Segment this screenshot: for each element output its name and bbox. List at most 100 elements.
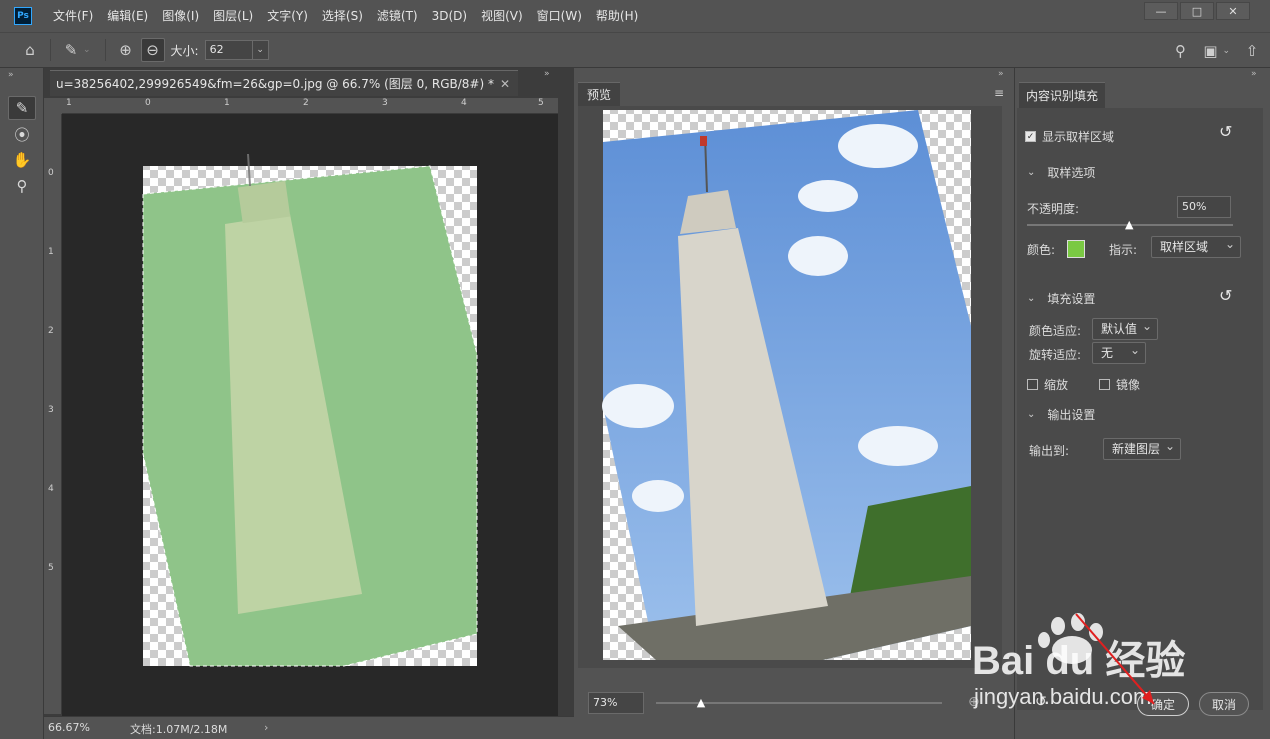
scale-row[interactable]: 缩放 bbox=[1027, 376, 1068, 393]
search-icon[interactable]: ⚲ bbox=[1168, 39, 1192, 63]
output-settings-label: 输出设置 bbox=[1047, 408, 1096, 422]
document-status-bar: 66.67% 文档:1.07M/2.18M › bbox=[44, 716, 574, 739]
close-tab-icon[interactable]: ✕ bbox=[500, 71, 510, 96]
sampling-brush-icon[interactable]: ✎ bbox=[59, 38, 83, 62]
menu-item[interactable]: 图层(L) bbox=[206, 0, 260, 32]
indicate-label: 指示: bbox=[1109, 242, 1138, 257]
ruler-tick: 0 bbox=[48, 168, 54, 178]
color-adapt-row: 颜色适应: bbox=[1029, 322, 1081, 339]
menu-item[interactable]: 3D(D) bbox=[425, 0, 474, 32]
ruler-tick: 1 bbox=[224, 98, 230, 108]
cloud bbox=[602, 384, 674, 428]
preview-canvas[interactable] bbox=[578, 106, 1002, 668]
rotation-adapt-label: 旋转适应: bbox=[1029, 348, 1082, 362]
color-adapt-dropdown[interactable]: 默认值 bbox=[1092, 316, 1158, 340]
indicate-dropdown[interactable]: 取样区域 bbox=[1151, 234, 1241, 258]
panel-menu-icon[interactable]: ≡ bbox=[994, 86, 1004, 100]
subtract-from-area-icon[interactable]: ⊖ bbox=[140, 38, 165, 62]
lasso-tool-icon[interactable]: ⦿ bbox=[8, 122, 36, 146]
brush-preset-chevron-icon[interactable]: ⌄ bbox=[83, 45, 91, 55]
ruler-tick: 1 bbox=[66, 98, 72, 108]
cloud bbox=[798, 180, 858, 212]
ruler-tick: 3 bbox=[382, 98, 388, 108]
status-expand-icon[interactable]: › bbox=[264, 721, 268, 734]
opacity-slider-thumb[interactable]: ▲ bbox=[1125, 218, 1133, 231]
close-icon[interactable]: ✕ bbox=[1216, 2, 1250, 20]
collapse-icon[interactable]: » bbox=[998, 69, 1004, 79]
document-tab-title: u=38256402,299926549&fm=26&gp=0.jpg @ 66… bbox=[56, 77, 494, 91]
preview-zoom-input[interactable]: 73% bbox=[588, 692, 644, 714]
menu-item[interactable]: 文字(Y) bbox=[260, 0, 315, 32]
mirror-checkbox[interactable] bbox=[1099, 379, 1110, 390]
ruler-tick: 2 bbox=[48, 326, 54, 336]
left-toolbar: » ✎ ⦿ ✋ ⚲ bbox=[0, 68, 44, 739]
home-icon[interactable]: ⌂ bbox=[18, 38, 42, 62]
options-right-icons: ⚲ ▣ ⌄ ⇧ bbox=[1168, 39, 1264, 63]
document-tab[interactable]: u=38256402,299926549&fm=26&gp=0.jpg @ 66… bbox=[50, 70, 518, 96]
color-row: 颜色: 指示: bbox=[1027, 240, 1137, 258]
zoom-readout[interactable]: 66.67% bbox=[48, 721, 90, 734]
output-to-dropdown[interactable]: 新建图层 bbox=[1103, 436, 1181, 460]
options-bar: ⌂ ✎ ⌄ ⊕ ⊖ 大小: 62 ⌄ ⚲ ▣ ⌄ ⇧ bbox=[0, 32, 1270, 68]
menu-item[interactable]: 图像(I) bbox=[155, 0, 206, 32]
chevron-down-icon: ⌄ bbox=[1027, 167, 1036, 178]
show-sampling-checkbox[interactable]: ✓ bbox=[1025, 131, 1036, 142]
preview-image bbox=[602, 110, 971, 660]
menu-item[interactable]: 视图(V) bbox=[474, 0, 530, 32]
panel-title[interactable]: 内容识别填充 bbox=[1019, 82, 1105, 108]
fill-settings-section[interactable]: ⌄ 填充设置 bbox=[1027, 290, 1095, 307]
collapse-icon[interactable]: » bbox=[544, 69, 550, 79]
minimize-icon[interactable]: — bbox=[1144, 2, 1178, 20]
zoom-in-icon[interactable]: ⊕ bbox=[968, 694, 980, 710]
ruler-tick: 4 bbox=[461, 98, 467, 108]
sampling-options-section[interactable]: ⌄ 取样选项 bbox=[1027, 164, 1095, 181]
cancel-button[interactable]: 取消 bbox=[1199, 692, 1249, 716]
divider bbox=[50, 39, 51, 61]
scale-label: 缩放 bbox=[1044, 378, 1069, 392]
scale-checkbox[interactable] bbox=[1027, 379, 1038, 390]
mirror-row[interactable]: 镜像 bbox=[1099, 376, 1140, 393]
rotation-adapt-row: 旋转适应: bbox=[1029, 346, 1081, 363]
document-info: 文档:1.07M/2.18M bbox=[130, 723, 228, 736]
workspace-icon[interactable]: ▣ bbox=[1198, 39, 1222, 63]
ok-button[interactable]: 确定 bbox=[1137, 692, 1189, 716]
workspace-chevron-icon[interactable]: ⌄ bbox=[1222, 46, 1230, 56]
chevron-down-icon: ⌄ bbox=[1027, 409, 1036, 420]
flag bbox=[700, 136, 707, 146]
show-sampling-row[interactable]: ✓ 显示取样区域 bbox=[1025, 128, 1114, 145]
hand-tool-icon[interactable]: ✋ bbox=[8, 148, 36, 172]
size-dropdown-icon[interactable]: ⌄ bbox=[252, 40, 269, 60]
zoom-tool-icon[interactable]: ⚲ bbox=[8, 174, 36, 198]
reset-all-icon[interactable]: ↺ bbox=[1035, 694, 1047, 710]
size-input[interactable]: 62 bbox=[204, 40, 253, 60]
menu-item[interactable]: 选择(S) bbox=[315, 0, 370, 32]
output-settings-section[interactable]: ⌄ 输出设置 bbox=[1027, 406, 1095, 423]
menu-item[interactable]: 帮助(H) bbox=[589, 0, 645, 32]
ruler-tick: 5 bbox=[48, 563, 54, 573]
color-swatch[interactable] bbox=[1067, 240, 1086, 258]
document-canvas[interactable] bbox=[62, 114, 558, 716]
preview-zoom-row: 73% ▲ ⊕ bbox=[576, 674, 1008, 739]
ruler-tick: 2 bbox=[303, 98, 309, 108]
maximize-icon[interactable]: □ bbox=[1180, 2, 1214, 20]
add-to-area-icon[interactable]: ⊕ bbox=[114, 38, 138, 62]
menu-item[interactable]: 编辑(E) bbox=[100, 0, 155, 32]
menu-item[interactable]: 窗口(W) bbox=[530, 0, 589, 32]
share-icon[interactable]: ⇧ bbox=[1240, 39, 1264, 63]
opacity-input[interactable]: 50% bbox=[1177, 196, 1231, 218]
collapse-icon[interactable]: » bbox=[8, 70, 14, 80]
preview-tab[interactable]: 预览 bbox=[578, 82, 620, 106]
rotation-adapt-dropdown[interactable]: 无 bbox=[1092, 340, 1146, 364]
opacity-row: 不透明度: bbox=[1027, 200, 1079, 217]
menu-item[interactable]: 文件(F) bbox=[46, 0, 100, 32]
cloud bbox=[632, 480, 684, 512]
menu-bar: Ps 文件(F) 编辑(E) 图像(I) 图层(L) 文字(Y) 选择(S) 滤镜(T) 3D… bbox=[0, 0, 1270, 32]
document-area: » u=38256402,299926549&fm=26&gp=0.jpg @ … bbox=[44, 68, 574, 739]
reset-icon[interactable]: ↺ bbox=[1219, 286, 1232, 305]
reset-icon[interactable]: ↺ bbox=[1219, 122, 1232, 141]
menu-item[interactable]: 滤镜(T) bbox=[370, 0, 425, 32]
preview-zoom-thumb[interactable]: ▲ bbox=[697, 696, 705, 709]
preview-area: » 预览 ≡ 73% ▲ ⊕ bbox=[576, 68, 1008, 739]
collapse-icon[interactable]: » bbox=[1251, 69, 1257, 79]
sampling-brush-tool-icon[interactable]: ✎ bbox=[8, 96, 36, 120]
